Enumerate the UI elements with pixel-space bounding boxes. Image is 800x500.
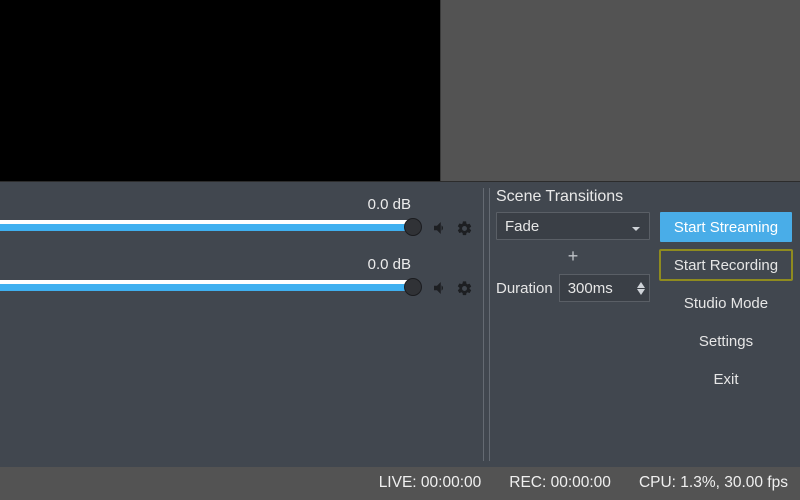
chevron-down-icon [631, 221, 641, 231]
status-live: LIVE: 00:00:00 [379, 474, 482, 492]
controls-panel: Start Streaming Start Recording Studio M… [656, 182, 800, 467]
preview-empty [441, 0, 800, 181]
status-rec: REC: 00:00:00 [509, 474, 611, 492]
studio-mode-button[interactable]: Studio Mode [660, 288, 792, 318]
preview-area [0, 0, 800, 181]
program-preview[interactable] [0, 0, 441, 181]
transition-select[interactable]: Fade [496, 212, 650, 240]
mute-icon[interactable] [430, 218, 450, 238]
exit-button[interactable]: Exit [660, 364, 792, 394]
audio-db-readout: 0.0 dB [368, 256, 411, 273]
volume-slider-handle[interactable] [404, 278, 422, 296]
audio-channel: 0.0 dB [0, 196, 475, 252]
mute-icon[interactable] [430, 278, 450, 298]
channel-settings-icon[interactable] [454, 218, 474, 238]
status-cpu: CPU: 1.3%, 30.00 fps [639, 474, 788, 492]
volume-fill [0, 284, 414, 291]
start-recording-button[interactable]: Start Recording [660, 250, 792, 280]
mixer-scrollbar[interactable] [483, 188, 490, 461]
volume-fill [0, 224, 414, 231]
scene-transitions-title: Scene Transitions [496, 188, 650, 206]
spinbox-buttons[interactable] [637, 282, 645, 295]
duration-value: 300ms [568, 280, 613, 297]
scene-transitions-panel: Scene Transitions Fade + Duration 300ms [490, 182, 656, 467]
volume-slider-handle[interactable] [404, 218, 422, 236]
transition-selected-label: Fade [505, 218, 539, 235]
audio-channel: 0.0 dB [0, 256, 475, 312]
audio-mixer-panel: 0.0 dB 0.0 dB [0, 182, 490, 467]
add-transition-button[interactable]: + [496, 244, 650, 268]
settings-button[interactable]: Settings [660, 326, 792, 356]
duration-spinbox[interactable]: 300ms [559, 274, 650, 302]
audio-db-readout: 0.0 dB [368, 196, 411, 213]
start-streaming-button[interactable]: Start Streaming [660, 212, 792, 242]
channel-settings-icon[interactable] [454, 278, 474, 298]
docks-row: 0.0 dB 0.0 dB [0, 181, 800, 467]
plus-icon: + [568, 246, 579, 267]
status-bar: LIVE: 00:00:00 REC: 00:00:00 CPU: 1.3%, … [0, 467, 800, 500]
duration-row: Duration 300ms [496, 274, 650, 302]
duration-label: Duration [496, 280, 553, 297]
